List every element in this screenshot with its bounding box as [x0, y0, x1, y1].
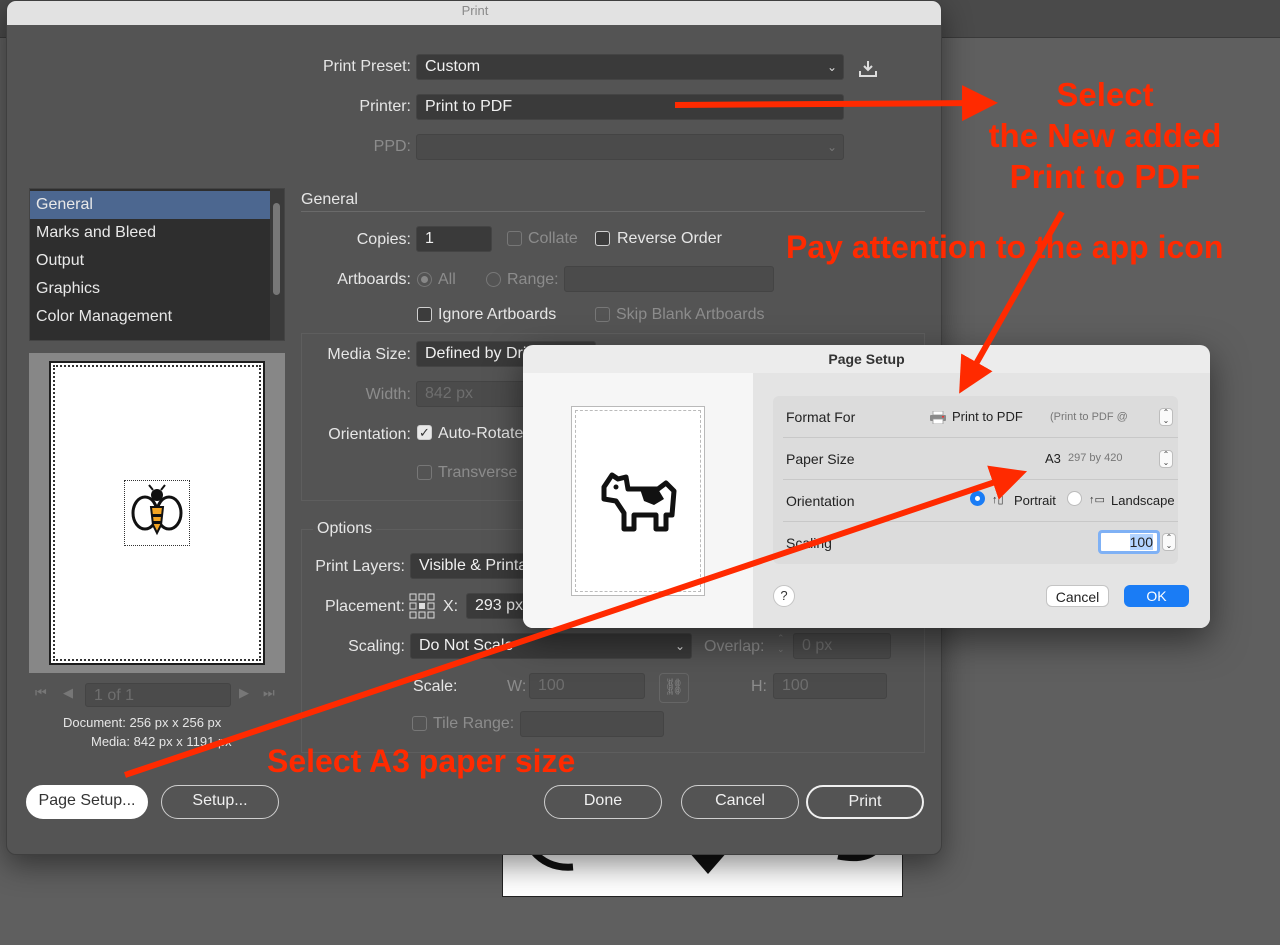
- arrow-to-paper-size: [124, 465, 1028, 778]
- annotation-line-1: Select: [1056, 76, 1154, 113]
- annotation-a3: Select A3 paper size: [267, 743, 576, 779]
- arrow-to-printer: [674, 85, 998, 122]
- annotation-app-icon: Pay attention to the app icon: [786, 229, 1224, 265]
- annotation-line-3: Print to PDF: [1009, 158, 1201, 195]
- annotation-select-printer: Select the New added Print to PDF: [985, 74, 1225, 197]
- annotation-line-2: the New added: [988, 117, 1222, 154]
